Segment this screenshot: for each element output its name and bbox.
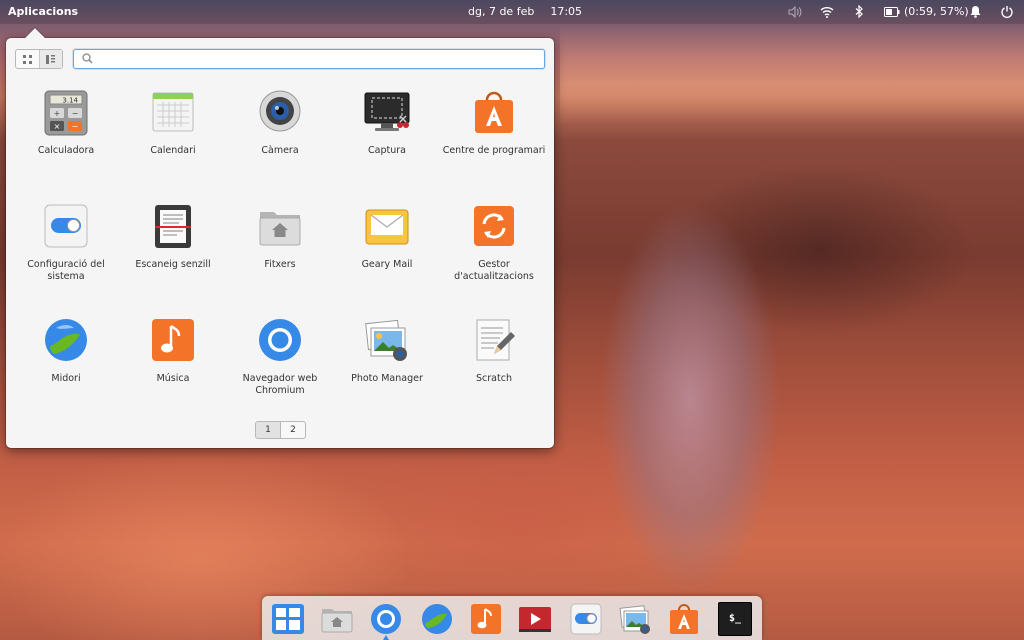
page-button-1[interactable]: 1 (255, 421, 281, 439)
scanner-icon (155, 205, 191, 248)
category-view-button[interactable] (38, 50, 62, 68)
app-label: Escaneig senzill (135, 259, 211, 270)
calculator-icon: 3.14 + − × − (44, 90, 88, 136)
multitasking-view-icon[interactable] (271, 602, 305, 636)
terminal-icon[interactable]: $_ (718, 602, 752, 636)
scratch-icon (476, 319, 515, 361)
app-configuracio-del-sistema[interactable]: Configuració del sistema (13, 202, 119, 283)
search-field[interactable] (73, 49, 545, 69)
music-icon (152, 319, 194, 361)
grid-view-button[interactable] (16, 50, 39, 68)
photo-manager-icon (365, 319, 407, 361)
app-label: Captura (368, 145, 406, 156)
app-calculadora[interactable]: 3.14 + − × − Calculadora (13, 88, 119, 157)
search-icon (82, 53, 93, 64)
files-icon[interactable] (320, 602, 354, 636)
datetime-indicator[interactable]: dg, 7 de feb 17:05 (468, 5, 598, 18)
app-label: Centre de programari (442, 145, 546, 156)
app-midori[interactable]: Midori (13, 316, 119, 385)
chromium-icon (259, 319, 301, 361)
system-settings-icon (44, 204, 88, 248)
videos-icon[interactable] (518, 602, 552, 636)
view-mode-toggle[interactable] (15, 49, 63, 69)
running-indicator (383, 635, 389, 640)
svg-text:+: + (54, 109, 61, 118)
power-icon[interactable] (1001, 5, 1013, 18)
app-label: Navegador web Chromium (242, 373, 318, 396)
top-panel: Aplicacions dg, 7 de feb 17:05 (0:59, 57%… (0, 0, 1024, 24)
volume-icon[interactable] (788, 6, 802, 18)
date-label: dg, 7 de feb (468, 5, 535, 18)
category-view-icon (46, 54, 56, 64)
app-photo-manager[interactable]: Photo Manager (334, 316, 440, 385)
app-captura[interactable]: Captura (334, 88, 440, 157)
page-switcher: 1 2 (255, 421, 306, 439)
app-label: Càmera (261, 145, 299, 156)
notifications-icon[interactable] (970, 5, 981, 18)
app-label: Geary Mail (361, 259, 413, 270)
calendar-icon (152, 92, 194, 132)
app-fitxers[interactable]: Fitxers (227, 202, 333, 271)
svg-text:−: − (72, 122, 79, 131)
screenshot-icon (364, 92, 410, 131)
system-settings-icon[interactable] (569, 602, 603, 636)
app-label: Calendari (150, 145, 196, 156)
app-musica[interactable]: Música (120, 316, 226, 385)
software-center-icon (475, 91, 513, 133)
app-label: Música (156, 373, 190, 384)
app-gestor-actualitzacions[interactable]: Gestor d'actualitzacions (441, 202, 547, 283)
app-calendari[interactable]: Calendari (120, 88, 226, 157)
svg-text:−: − (72, 109, 79, 118)
svg-text:3.14: 3.14 (62, 97, 78, 105)
music-icon[interactable] (469, 602, 503, 636)
wallpaper-sky (560, 24, 1024, 124)
app-label: Configuració del sistema (27, 259, 105, 282)
app-label: Midori (51, 373, 81, 384)
app-scratch[interactable]: Scratch (441, 316, 547, 385)
software-center-icon[interactable] (667, 602, 701, 636)
battery-icon[interactable] (884, 7, 900, 17)
applications-menu-button[interactable]: Aplicacions (8, 5, 78, 18)
photo-manager-icon[interactable] (618, 602, 652, 636)
app-geary-mail[interactable]: Geary Mail (334, 202, 440, 271)
app-camera[interactable]: Càmera (227, 88, 333, 157)
update-manager-icon (474, 206, 514, 246)
chromium-icon[interactable] (369, 602, 403, 636)
page-button-2[interactable]: 2 (281, 421, 306, 439)
app-chromium[interactable]: Navegador web Chromium (227, 316, 333, 397)
wifi-icon[interactable] (820, 6, 834, 18)
files-icon (259, 212, 301, 246)
svg-text:×: × (54, 122, 61, 131)
app-label: Photo Manager (351, 373, 423, 384)
app-label: Calculadora (37, 145, 95, 156)
app-escaneig-senzill[interactable]: Escaneig senzill (120, 202, 226, 271)
app-label: Scratch (476, 373, 512, 384)
search-input[interactable] (98, 51, 534, 65)
app-label: Fitxers (264, 259, 296, 270)
grid-view-icon (22, 54, 32, 64)
mail-icon (365, 209, 409, 245)
camera-icon (259, 90, 301, 132)
app-label: Gestor d'actualitzacions (454, 259, 534, 282)
app-centre-de-programari[interactable]: Centre de programari (441, 88, 547, 157)
midori-icon (45, 319, 87, 361)
midori-icon[interactable] (420, 602, 454, 636)
applications-launcher: 3.14 + − × − Calculadora Calendari Càmer… (6, 28, 554, 448)
battery-label[interactable]: (0:59, 57%) (904, 5, 969, 18)
bluetooth-icon[interactable] (855, 5, 863, 18)
time-label: 17:05 (550, 5, 583, 18)
